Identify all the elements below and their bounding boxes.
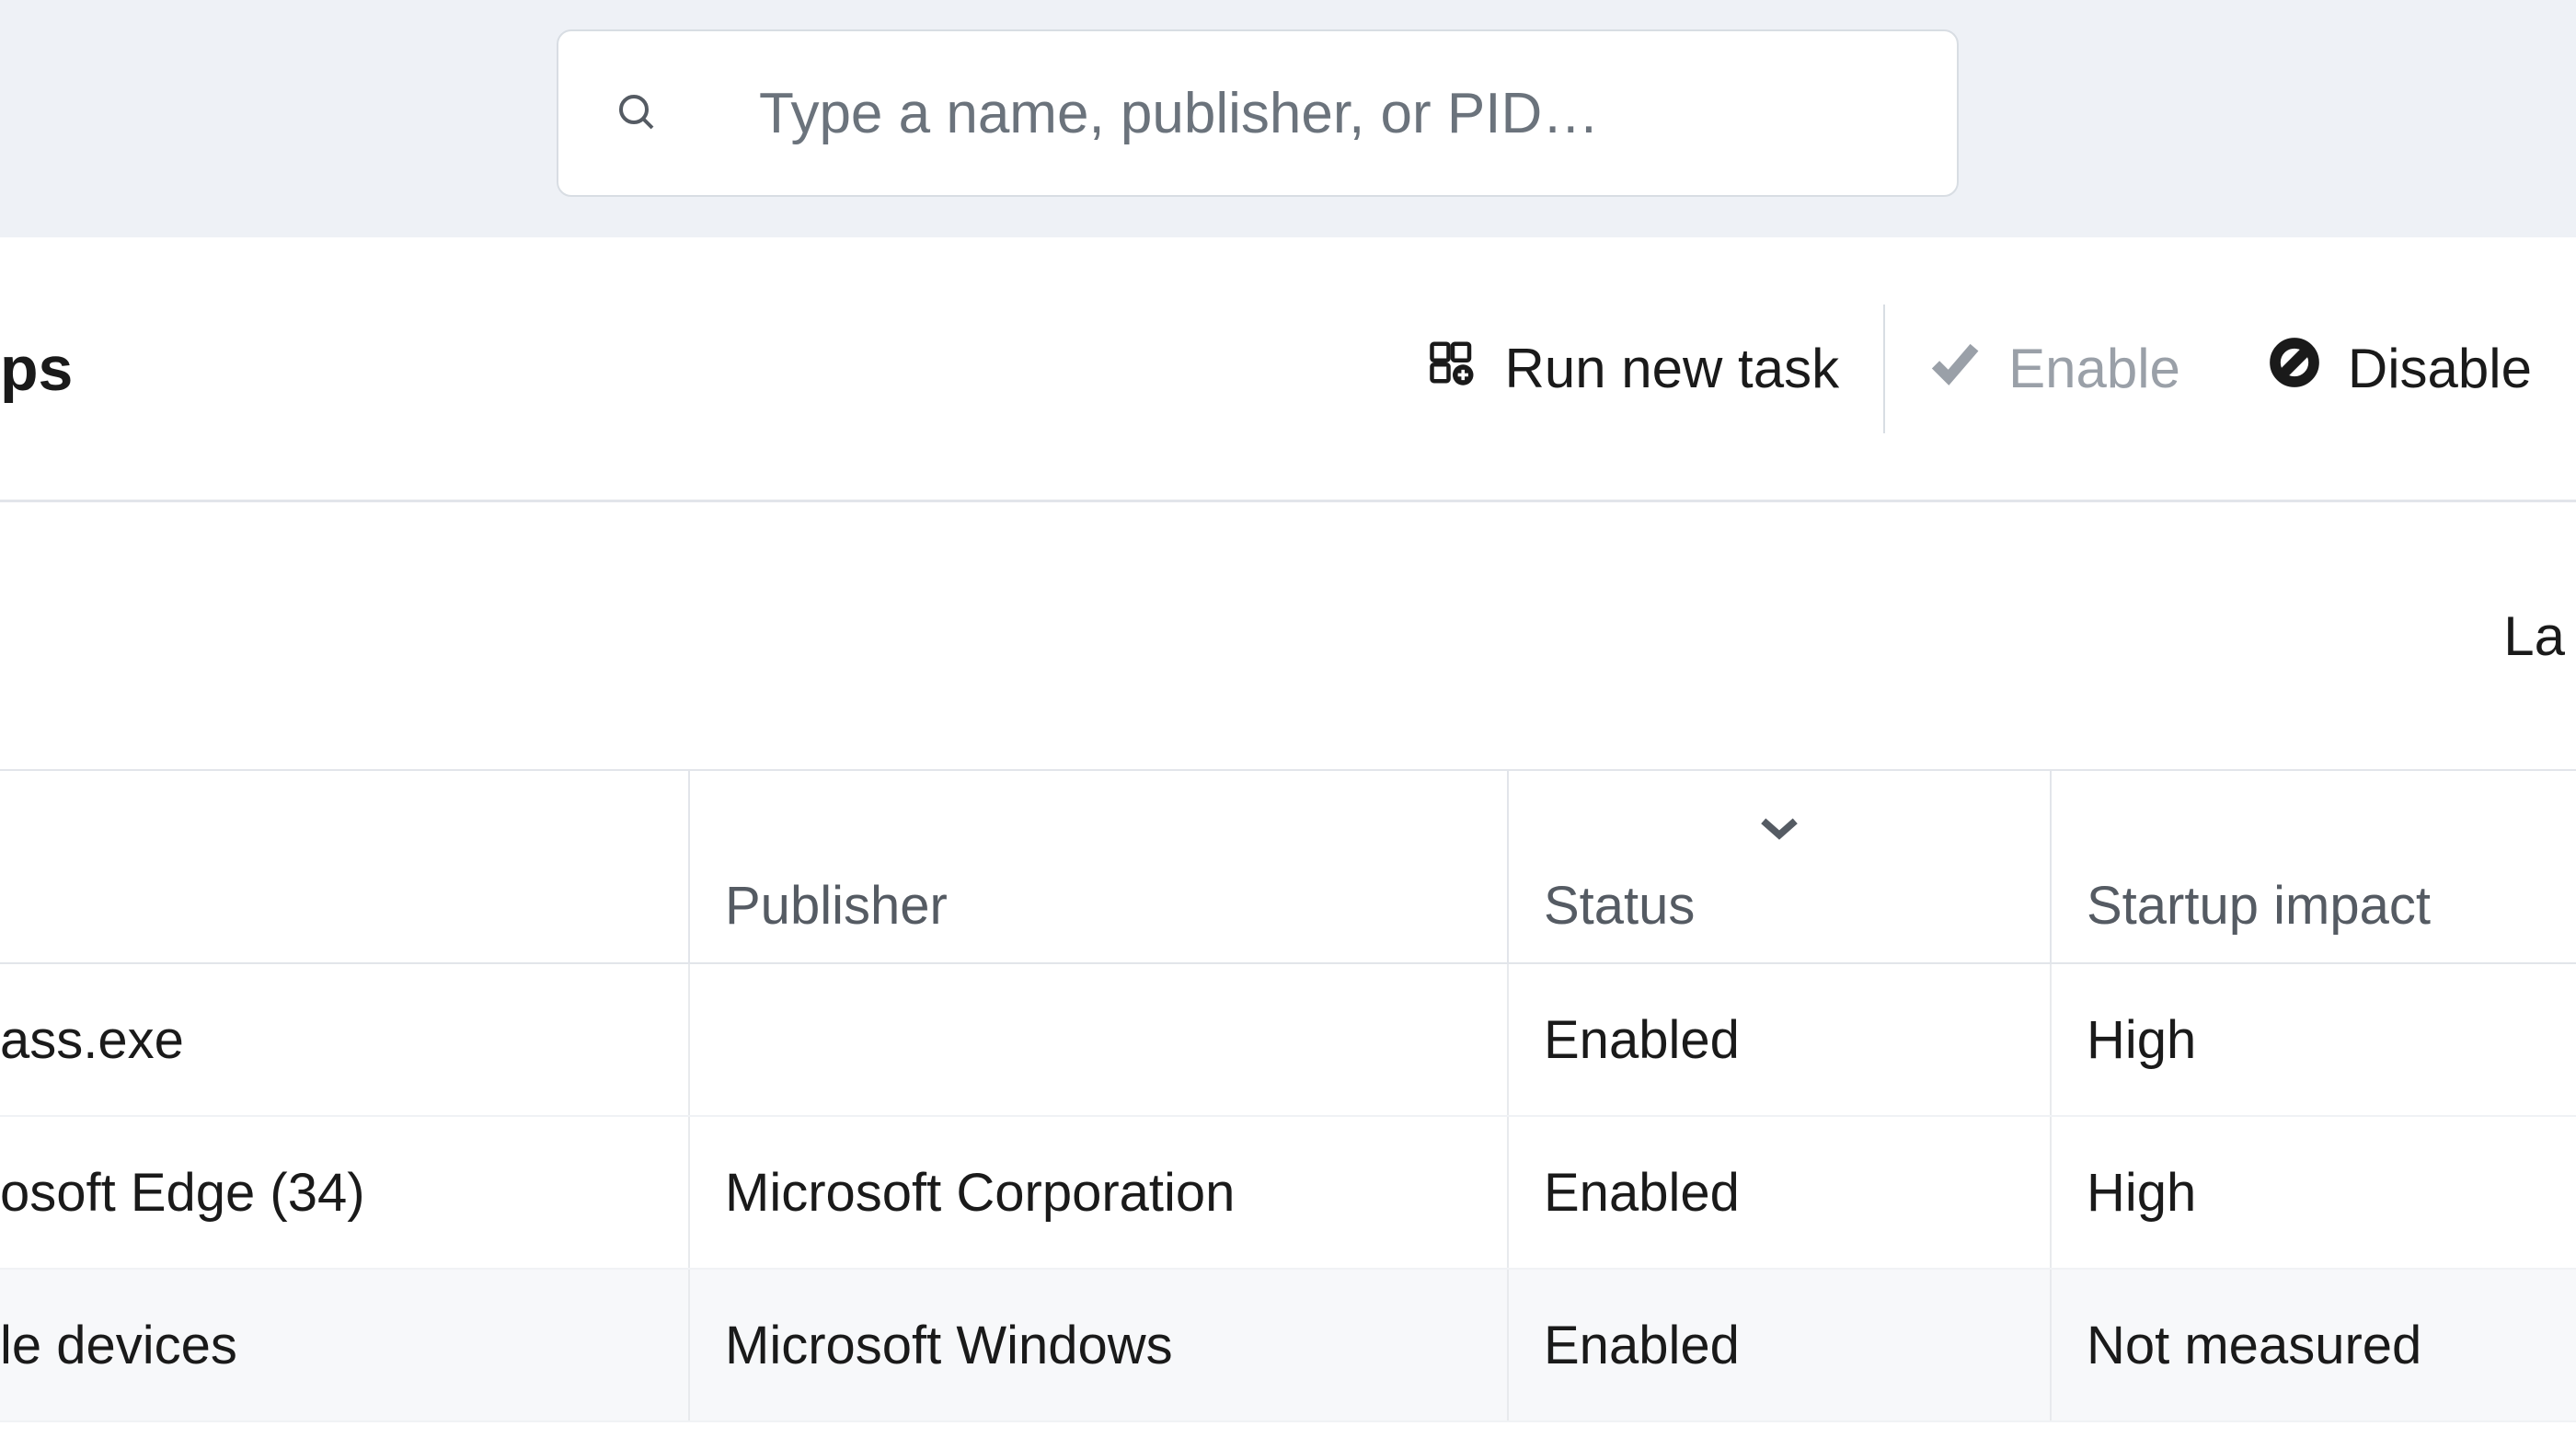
column-header-status[interactable]: Status xyxy=(1509,771,2052,962)
cell-status: Enabled xyxy=(1509,964,2052,1115)
status-header-label: Status xyxy=(1544,875,1695,937)
sub-header: La xyxy=(0,502,2576,769)
cell-impact: Not measured xyxy=(2052,1270,2576,1420)
disable-label: Disable xyxy=(2348,337,2532,400)
toolbar-actions: Run new task Enable Disable xyxy=(1384,237,2576,500)
search-box[interactable] xyxy=(557,29,1959,197)
table-header-row: Publisher Status Startup impact xyxy=(0,769,2576,964)
cell-name: ass.exe xyxy=(0,964,690,1115)
search-bar-area xyxy=(0,0,2576,237)
search-icon xyxy=(615,91,660,135)
enable-label: Enable xyxy=(2008,337,2180,400)
cell-impact: High xyxy=(2052,964,2576,1115)
toolbar: ps Run new task Enable xyxy=(0,237,2576,502)
column-header-publisher[interactable]: Publisher xyxy=(690,771,1509,962)
cell-status: Enabled xyxy=(1509,1270,2052,1420)
cell-name: osoft Edge (34) xyxy=(0,1117,690,1268)
enable-button: Enable xyxy=(1885,305,2225,433)
cell-publisher xyxy=(690,964,1509,1115)
disable-button[interactable]: Disable xyxy=(2225,305,2576,433)
startup-table: Publisher Status Startup impact ass.exe … xyxy=(0,769,2576,1422)
table-row[interactable]: le devices Microsoft Windows Enabled Not… xyxy=(0,1270,2576,1422)
run-task-icon xyxy=(1428,337,1478,400)
la-fragment: La xyxy=(2503,604,2565,668)
run-task-label: Run new task xyxy=(1505,337,1840,400)
cell-name: le devices xyxy=(0,1270,690,1420)
column-header-impact[interactable]: Startup impact xyxy=(2052,771,2576,962)
search-input[interactable] xyxy=(759,81,1957,146)
cell-impact: High xyxy=(2052,1117,2576,1268)
cell-status: Enabled xyxy=(1509,1117,2052,1268)
chevron-down-icon xyxy=(1758,793,1800,855)
check-icon xyxy=(1929,337,1981,401)
run-new-task-button[interactable]: Run new task xyxy=(1384,305,1884,433)
table-row[interactable]: ass.exe Enabled High xyxy=(0,964,2576,1117)
cell-publisher: Microsoft Windows xyxy=(690,1270,1509,1420)
table-row[interactable]: osoft Edge (34) Microsoft Corporation En… xyxy=(0,1117,2576,1270)
disable-icon xyxy=(2269,337,2320,401)
cell-publisher: Microsoft Corporation xyxy=(690,1117,1509,1268)
column-header-name[interactable] xyxy=(0,771,690,962)
page-title: ps xyxy=(0,333,73,405)
